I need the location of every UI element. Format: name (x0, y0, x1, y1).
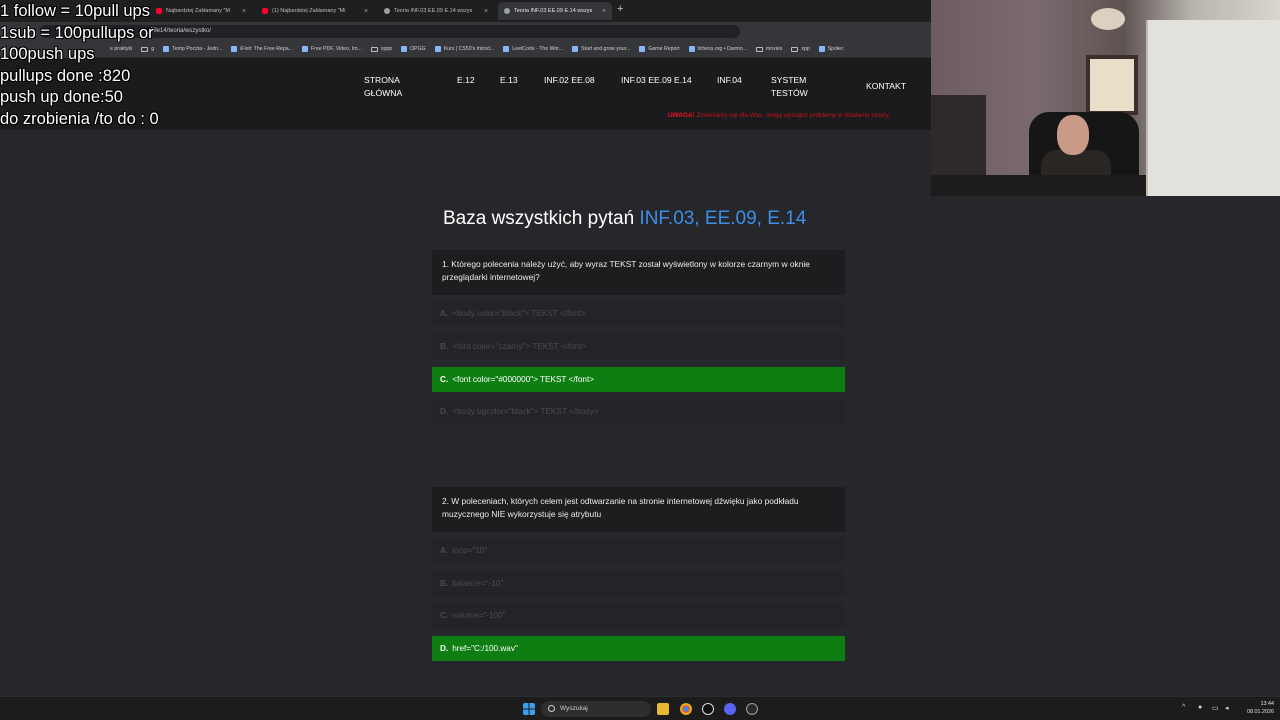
bookmark[interactable]: xppp (370, 46, 392, 52)
search-icon (548, 705, 555, 712)
bookmark[interactable]: Temp Poczta - Jedn... (163, 46, 222, 52)
close-icon[interactable]: × (364, 8, 368, 15)
windows-start-icon[interactable] (523, 703, 535, 715)
bookmark[interactable]: OPGG (401, 46, 426, 52)
globe-icon (384, 8, 390, 14)
site-icon (434, 46, 441, 52)
site-icon (163, 46, 170, 52)
discord-icon[interactable] (724, 703, 736, 715)
bookmark[interactable]: Start and grow your... (572, 46, 630, 52)
microphone-icon[interactable]: ● (1198, 704, 1202, 711)
nav-e13[interactable]: E.13 (500, 74, 518, 87)
answer-option-correct[interactable]: C. <font color="#000000"> TEKST </font> (432, 367, 845, 392)
bookmark[interactable]: e praktyki (110, 46, 132, 52)
youtube-icon (262, 8, 268, 14)
bookmark[interactable]: movies (755, 46, 782, 52)
tab-label: Teoria INF.03 EE.09 E.14 wszys (394, 8, 473, 14)
browser-tab-active[interactable]: Teoria INF.03 EE.09 E.14 wszys × (498, 2, 612, 20)
globe-icon (504, 8, 510, 14)
tab-label: (1) Najbardziej Zakłamany "Mi (272, 8, 346, 14)
bookmark[interactable]: LeetCode - The Wor... (503, 46, 563, 52)
folder-icon (141, 46, 149, 52)
nav-test-system[interactable]: SYSTEM TESTÓW (771, 74, 808, 100)
desk (931, 175, 1146, 196)
chrome-icon[interactable] (680, 703, 692, 715)
answer-option[interactable]: C. volume="-100" (432, 603, 845, 628)
bookmark[interactable]: Społec (818, 46, 844, 52)
webcam-feed (931, 0, 1280, 196)
new-tab-icon[interactable]: + (617, 3, 623, 15)
network-icon[interactable]: ▭ (1212, 704, 1219, 712)
bookmark[interactable]: iFixit: The Free Repa... (231, 46, 293, 52)
bookmarks-bar: e praktyki g Temp Poczta - Jedn... iFixi… (0, 41, 931, 58)
taskbar-clock[interactable]: 13:44 08.01.2026 (1238, 700, 1274, 716)
browser-tab[interactable]: (1) Najbardziej Zakłamany "Mi × (256, 2, 374, 20)
nav-home[interactable]: STRONA GŁÓWNA (364, 74, 402, 100)
answer-option-correct[interactable]: D. href="C:/100.wav" (432, 636, 845, 661)
site-icon (301, 46, 308, 52)
obs-icon[interactable] (702, 703, 714, 715)
bookmark[interactable]: lichess.org • Darmo... (688, 46, 747, 52)
taskbar: Wyszukaj ^ ● ▭ ◂ 13:44 08.01.2026 (0, 696, 1280, 720)
volume-icon[interactable]: ◂ (1225, 704, 1229, 712)
answer-option[interactable]: B. balance="-10" (432, 571, 845, 596)
site-warning: UWAGA! Zmieniamy się dla Was, mogą wystą… (668, 112, 890, 119)
overlay-line: 1 follow = 10pull ups (0, 2, 150, 20)
overlay-line: 100push ups (0, 45, 95, 63)
site-icon (231, 46, 238, 52)
answer-option[interactable]: B. <font color="czarny"> TEKST </font> (432, 334, 845, 359)
bookmark[interactable]: Kurs | CS50's Introd... (434, 46, 494, 52)
file-explorer-icon[interactable] (657, 703, 669, 715)
ceiling-lamp (1091, 8, 1125, 30)
question-text: 2. W poleceniach, których celem jest odt… (432, 487, 845, 532)
youtube-icon (156, 8, 162, 14)
site-icon (688, 46, 695, 52)
overlay-line: 1sub = 100pullups or (0, 24, 154, 42)
bookmark[interactable]: Game Report (639, 46, 680, 52)
folder-icon (755, 46, 763, 52)
site-icon (818, 46, 825, 52)
nav-inf02[interactable]: INF.02 EE.08 (544, 74, 595, 87)
taskbar-search[interactable]: Wyszukaj (541, 701, 651, 717)
tab-label: Teoria INF.03 EE.09 E.14 wszys (514, 8, 593, 14)
browser-tab[interactable]: Teoria INF.03 EE.09 E.14 wszys × (378, 2, 494, 20)
app-icon[interactable] (746, 703, 758, 715)
right-pane (931, 196, 1280, 692)
bookmark[interactable]: g (141, 46, 154, 52)
answer-option[interactable]: D. <body bgcolor="black"> TEKST </body> (432, 399, 845, 424)
browser-tab[interactable]: Najbardziej Zakłamany "M × (150, 2, 252, 20)
wardrobe (1146, 20, 1280, 196)
site-icon (639, 46, 646, 52)
bookmark[interactable]: xpp (791, 46, 810, 52)
room-window (1086, 55, 1138, 115)
site-icon (572, 46, 579, 52)
chevron-up-icon[interactable]: ^ (1182, 704, 1185, 711)
site-icon (401, 46, 408, 52)
streamer-head (1057, 115, 1089, 155)
close-icon[interactable]: × (242, 8, 246, 15)
page-title: Baza wszystkich pytań INF.03, EE.09, E.1… (443, 208, 807, 229)
folder-icon (370, 46, 378, 52)
answer-option[interactable]: A. loop="10" (432, 538, 845, 563)
close-icon[interactable]: × (602, 8, 606, 15)
screen: Najbardziej Zakłamany "M × (1) Najbardzi… (0, 0, 1280, 720)
nav-inf04[interactable]: INF.04 (717, 74, 742, 87)
answer-option[interactable]: A. <body color="black"> TEKST </font> (432, 301, 845, 326)
overlay-line: pullups done :820 (0, 67, 131, 85)
bookmark[interactable]: Free PDF, Video, Im... (301, 46, 362, 52)
close-icon[interactable]: × (484, 8, 488, 15)
question-text: 1. Którego polecenia należy użyć, aby wy… (432, 250, 845, 295)
site-icon (503, 46, 510, 52)
nav-contact[interactable]: KONTAKT (866, 80, 906, 93)
nav-inf03[interactable]: INF.03 EE.09 E.14 (621, 74, 692, 87)
overlay-line: do zrobienia /to do : 0 (0, 110, 159, 128)
folder-icon (791, 46, 799, 52)
overlay-line: push up done:50 (0, 88, 123, 106)
tab-label: Najbardziej Zakłamany "M (166, 8, 231, 14)
nav-e12[interactable]: E.12 (457, 74, 475, 87)
